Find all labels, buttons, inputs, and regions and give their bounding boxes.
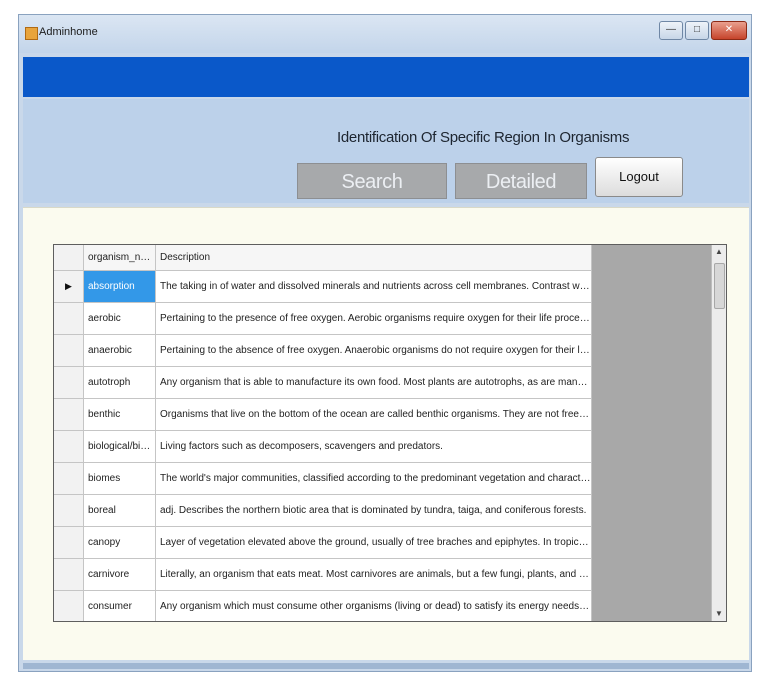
- window-controls: — □ ✕: [659, 21, 747, 40]
- detailed-search-button[interactable]: Detailed Search: [455, 163, 587, 229]
- organism-name-cell[interactable]: consumer: [84, 591, 156, 621]
- table-row[interactable]: autotroph Any organism that is able to ma…: [54, 367, 592, 399]
- column-header-organism-name[interactable]: organism_name: [84, 245, 156, 270]
- row-selector[interactable]: [54, 303, 84, 334]
- description-cell[interactable]: Layer of vegetation elevated above the g…: [156, 527, 592, 558]
- table-row[interactable]: carnivore Literally, an organism that eat…: [54, 559, 592, 591]
- description-cell[interactable]: Pertaining to the presence of free oxyge…: [156, 303, 592, 334]
- table-row[interactable]: biomes The world's major communities, cla…: [54, 463, 592, 495]
- scroll-down-icon[interactable]: ▼: [712, 607, 726, 621]
- description-cell[interactable]: Any organism that is able to manufacture…: [156, 367, 592, 398]
- page-title: Identification Of Specific Region In Org…: [337, 129, 630, 146]
- table-row[interactable]: consumer Any organism which must consume …: [54, 591, 592, 621]
- table-row[interactable]: ▶ absorption The taking in of water and di…: [54, 271, 592, 303]
- status-bar: [23, 663, 749, 669]
- grid-header-row: organism_name Description: [54, 245, 592, 271]
- organism-name-cell[interactable]: autotroph: [84, 367, 156, 398]
- organism-name-cell[interactable]: boreal: [84, 495, 156, 526]
- title-bar[interactable]: Adminhome — □ ✕: [19, 15, 751, 53]
- row-header-corner[interactable]: [54, 245, 84, 270]
- organism-name-cell[interactable]: canopy: [84, 527, 156, 558]
- description-cell[interactable]: The taking in of water and dissolved min…: [156, 271, 592, 302]
- scroll-up-icon[interactable]: ▲: [712, 245, 726, 259]
- logout-button[interactable]: Logout: [595, 157, 683, 197]
- close-icon[interactable]: ✕: [711, 21, 747, 40]
- description-cell[interactable]: Organisms that live on the bottom of the…: [156, 399, 592, 430]
- organism-name-cell[interactable]: benthic: [84, 399, 156, 430]
- grid-rows: organism_name Description ▶ absorption The…: [54, 245, 592, 621]
- maximize-icon[interactable]: □: [685, 21, 709, 40]
- row-selector[interactable]: [54, 559, 84, 590]
- table-row[interactable]: aerobic Pertaining to the presence of fre…: [54, 303, 592, 335]
- description-cell[interactable]: Literally, an organism that eats meat. M…: [156, 559, 592, 590]
- header-panel: Identification Of Specific Region In Org…: [23, 99, 749, 229]
- column-header-description[interactable]: Description: [156, 245, 592, 270]
- table-row[interactable]: benthic Organisms that live on the bottom…: [54, 399, 592, 431]
- table-row[interactable]: boreal adj. Describes the northern biotic…: [54, 495, 592, 527]
- content-panel: organism_name Description ▶ absorption The…: [23, 207, 749, 660]
- row-selector[interactable]: [54, 367, 84, 398]
- description-cell[interactable]: Pertaining to the absence of free oxygen…: [156, 335, 592, 366]
- description-cell[interactable]: Living factors such as decomposers, scav…: [156, 431, 592, 462]
- minimize-icon[interactable]: —: [659, 21, 683, 40]
- organism-grid[interactable]: organism_name Description ▶ absorption The…: [53, 244, 727, 622]
- description-cell[interactable]: The world's major communities, classifie…: [156, 463, 592, 494]
- row-selector[interactable]: ▶: [54, 271, 84, 302]
- row-selector[interactable]: [54, 591, 84, 621]
- organism-name-cell[interactable]: biological/biotic f...: [84, 431, 156, 462]
- organism-name-cell[interactable]: biomes: [84, 463, 156, 494]
- current-row-pointer-icon: ▶: [65, 281, 72, 291]
- description-cell[interactable]: Any organism which must consume other or…: [156, 591, 592, 621]
- row-selector[interactable]: [54, 527, 84, 558]
- table-row[interactable]: biological/biotic f...Living factors suc…: [54, 431, 592, 463]
- row-selector[interactable]: [54, 495, 84, 526]
- table-row[interactable]: canopy Layer of vegetation elevated above…: [54, 527, 592, 559]
- organism-name-cell[interactable]: aerobic: [84, 303, 156, 334]
- description-cell[interactable]: adj. Describes the northern biotic area …: [156, 495, 592, 526]
- app-window: Adminhome — □ ✕ Identification Of Specif…: [18, 14, 752, 672]
- row-selector[interactable]: [54, 463, 84, 494]
- organism-name-cell[interactable]: anaerobic: [84, 335, 156, 366]
- organism-name-cell[interactable]: absorption: [84, 271, 156, 302]
- organism-name-cell[interactable]: carnivore: [84, 559, 156, 590]
- vertical-scrollbar[interactable]: ▲ ▼: [711, 245, 726, 621]
- app-icon: [25, 27, 38, 40]
- table-row[interactable]: anaerobic Pertaining to the absence of fr…: [54, 335, 592, 367]
- scroll-thumb[interactable]: [714, 263, 725, 309]
- window-title: Adminhome: [39, 26, 98, 38]
- row-selector[interactable]: [54, 335, 84, 366]
- search-organisms-button[interactable]: Search Organisms: [297, 163, 447, 229]
- row-selector[interactable]: [54, 399, 84, 430]
- row-selector[interactable]: [54, 431, 84, 462]
- menu-band: [23, 57, 749, 97]
